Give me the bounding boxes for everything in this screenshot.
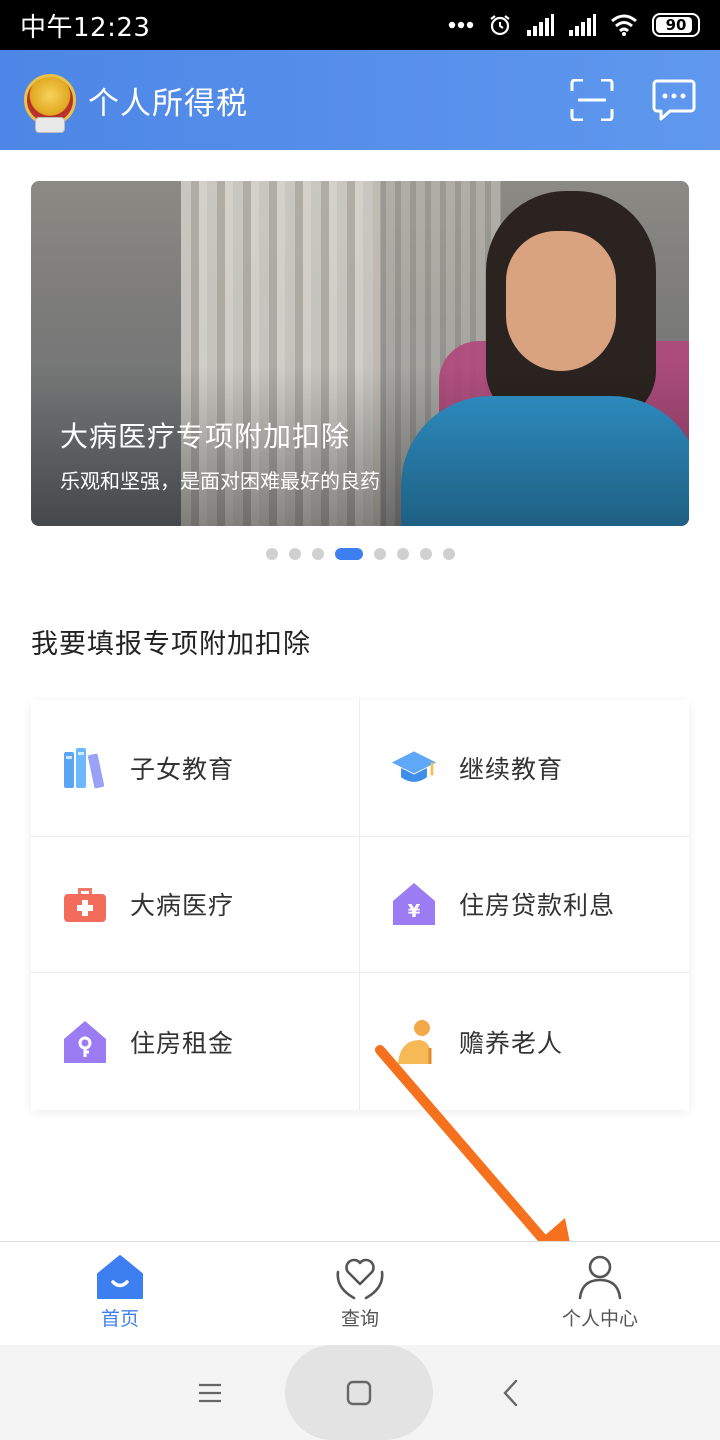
pagination-dot[interactable] <box>396 548 409 560</box>
deduction-label: 住房贷款利息 <box>459 891 616 921</box>
deduction-item-continuing-education[interactable]: 继续教育 <box>360 700 689 837</box>
app-header: 个人所得税 <box>0 50 720 150</box>
status-bar: 中午12:23 90 <box>0 0 720 50</box>
heart-hands-icon <box>336 1258 384 1300</box>
deduction-label: 大病医疗 <box>130 891 235 921</box>
banner-pagination <box>0 548 720 560</box>
back-icon[interactable] <box>493 1375 529 1411</box>
signal-icon <box>527 14 554 36</box>
books-icon <box>61 744 109 792</box>
home-icon <box>97 1255 143 1299</box>
app-title: 个人所得税 <box>88 85 248 122</box>
house-key-icon <box>61 1018 109 1066</box>
signal-icon-2 <box>569 14 596 36</box>
deduction-label: 住房租金 <box>130 1028 235 1058</box>
pagination-dot[interactable] <box>265 548 278 560</box>
pagination-dot[interactable] <box>442 548 455 560</box>
tab-home[interactable]: 首页 <box>0 1242 240 1345</box>
battery-level: 90 <box>665 16 687 34</box>
deduction-item-serious-illness[interactable]: 大病医疗 <box>31 836 360 974</box>
deduction-label: 赡养老人 <box>459 1028 564 1058</box>
alarm-icon <box>490 15 510 36</box>
wifi-icon <box>611 14 637 36</box>
menu-icon[interactable] <box>192 1375 228 1411</box>
tab-label: 查询 <box>340 1308 379 1330</box>
pagination-dot[interactable] <box>311 548 324 560</box>
deduction-item-housing-loan-interest[interactable]: ¥ 住房贷款利息 <box>360 837 689 974</box>
tab-label: 个人中心 <box>561 1308 638 1330</box>
tab-query[interactable]: 查询 <box>240 1242 480 1345</box>
pagination-dot[interactable] <box>419 548 432 560</box>
tab-personal-center[interactable]: 个人中心 <box>480 1242 720 1345</box>
person-icon <box>578 1255 622 1300</box>
svg-text:¥: ¥ <box>408 901 421 922</box>
scan-icon[interactable] <box>570 79 614 121</box>
banner-photo-face <box>506 231 616 371</box>
deduction-label: 子女教育 <box>130 754 235 784</box>
banner-title: 大病医疗专项附加扣除 <box>60 420 351 453</box>
house-yuan-icon: ¥ <box>390 880 438 928</box>
promo-banner[interactable]: 大病医疗专项附加扣除 乐观和坚强，是面对困难最好的良药 <box>31 181 689 526</box>
message-icon[interactable] <box>652 79 696 121</box>
deduction-grid: 子女教育 继续教育 大病医疗 ¥ 住房贷款利息 住房租金 赡养老人 <box>31 700 689 1110</box>
deduction-item-children-education[interactable]: 子女教育 <box>31 700 360 837</box>
status-icons: 90 <box>448 13 700 37</box>
graduation-cap-icon <box>390 744 438 792</box>
medical-kit-icon <box>61 880 109 928</box>
bottom-tab-bar: 首页 查询 个人中心 <box>0 1241 720 1345</box>
deduction-item-elderly-support[interactable]: 赡养老人 <box>360 973 689 1110</box>
deduction-label: 继续教育 <box>459 754 564 784</box>
more-dots-icon <box>448 21 474 29</box>
pagination-dot-active[interactable] <box>334 548 363 560</box>
battery-icon: 90 <box>652 13 700 37</box>
pagination-dot[interactable] <box>288 548 301 560</box>
system-nav-bar <box>0 1345 720 1440</box>
deduction-item-housing-rent[interactable]: 住房租金 <box>31 973 360 1110</box>
status-time: 中午12:23 <box>20 12 151 43</box>
elderly-person-icon <box>390 1018 438 1066</box>
app-screen: 中午12:23 90 个人所得税 大病医疗专项附加扣除 乐观和坚强，是面对困难最… <box>0 0 720 1440</box>
tab-label: 首页 <box>100 1308 139 1330</box>
home-square-icon[interactable] <box>341 1375 377 1411</box>
banner-subtitle: 乐观和坚强，是面对困难最好的良药 <box>60 469 380 493</box>
header-actions <box>570 79 696 121</box>
pagination-dot[interactable] <box>373 548 386 560</box>
section-title: 我要填报专项附加扣除 <box>31 629 311 660</box>
national-emblem-icon <box>24 74 76 133</box>
